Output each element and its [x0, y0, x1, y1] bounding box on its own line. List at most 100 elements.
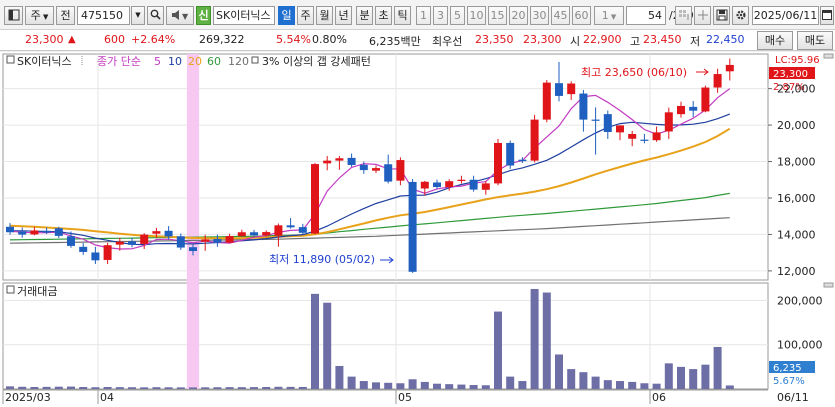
volume-bar [128, 387, 136, 389]
volume-bar [542, 292, 551, 389]
interval-20[interactable]: 20 [509, 6, 528, 25]
interval-60[interactable]: 60 [572, 6, 591, 25]
candle-body [603, 114, 612, 133]
candle-body [42, 230, 51, 233]
window-icon[interactable] [4, 6, 23, 25]
period-minute[interactable]: 분 [356, 6, 373, 25]
low-label: 저 [690, 35, 701, 48]
candle-body [457, 179, 466, 181]
prev-button[interactable]: 전 [56, 6, 75, 25]
new-listing-badge: 신 [196, 6, 211, 25]
volume-panel[interactable] [2, 282, 769, 390]
save-icon[interactable] [713, 6, 730, 25]
buy-button[interactable]: 매수 [757, 31, 793, 50]
volume-bar [42, 386, 51, 389]
period-second[interactable]: 초 [375, 6, 392, 25]
candle-body [372, 168, 380, 171]
date-label-last: 06/11 [777, 391, 809, 404]
speaker-icon[interactable]: ▼ [166, 6, 194, 25]
quote-bar: 23,300 ▲ 600 +2.64% 269,322 5.54% 0.80% … [0, 30, 835, 51]
volume-bar [140, 387, 149, 389]
volume-bar [311, 293, 319, 389]
grid-icon[interactable] [675, 6, 692, 25]
interval-10[interactable]: 10 [467, 6, 486, 25]
period-day[interactable]: 일 [278, 6, 295, 25]
high-label: 고 [630, 35, 641, 48]
volume-bar [701, 364, 710, 389]
vol-tick-label: 100,000 [777, 339, 823, 352]
candle-body [616, 125, 624, 133]
high-price: 23,450 [643, 33, 682, 46]
up-arrow-icon: ▲ [68, 34, 76, 45]
interval-45[interactable]: 45 [551, 6, 570, 25]
code-dropdown-icon[interactable]: ▼ [131, 6, 145, 25]
legend-pattern: 3% 이상의 갭 강세패턴 [262, 55, 371, 68]
search-icon[interactable] [147, 6, 164, 25]
change-percent: +2.64% [131, 33, 176, 46]
open-label: 시 [570, 35, 581, 48]
period-month[interactable]: 월 [316, 6, 333, 25]
calendar-icon[interactable] [820, 6, 834, 25]
period-week[interactable]: 주 [297, 6, 314, 25]
volume-bar [274, 386, 283, 389]
volume-bar [335, 365, 344, 389]
crosshair-icon[interactable] [694, 6, 711, 25]
volume-bar [250, 387, 258, 389]
volume-bar [481, 385, 490, 389]
interval-1[interactable]: 1 [416, 6, 431, 25]
volume-box-icon[interactable] [6, 285, 15, 294]
candle-body [433, 182, 441, 188]
interval-15[interactable]: 15 [488, 6, 507, 25]
candle-body [311, 164, 319, 234]
candle-body [335, 158, 344, 161]
candle-body [469, 179, 478, 190]
legend-ma60: 60 [207, 55, 221, 68]
interval-5[interactable]: 5 [450, 6, 465, 25]
date-input[interactable]: 2025/06/11 [752, 6, 819, 25]
bid-price: 23,300 [523, 33, 562, 46]
volume-bar [115, 387, 124, 389]
period-tick[interactable]: 틱 [394, 6, 411, 25]
sell-button[interactable]: 매도 [797, 31, 833, 50]
count-select[interactable]: 1 ▼ [594, 6, 624, 25]
legend-ma20: 20 [188, 55, 202, 68]
candle-body [628, 134, 637, 139]
candle-body [518, 159, 527, 162]
candle-body [689, 106, 698, 111]
candle-body [347, 157, 356, 165]
price-tick-label: 18,000 [777, 156, 816, 169]
candle-body [420, 181, 429, 189]
scroll-up-icon[interactable] [823, 53, 834, 59]
volume-bar [103, 387, 112, 389]
volume-bar [616, 381, 624, 389]
volume-bar [567, 369, 576, 389]
turnover-percent: 5.54% [276, 33, 311, 46]
volume-bar [286, 386, 295, 389]
candle-body [225, 236, 234, 243]
volume-bar [67, 386, 75, 389]
ratio-percent: 0.80% [312, 33, 347, 46]
chart-area[interactable]: SK이터닉스 종가 단순 5 10 20 60 120 3% 이상의 갭 강세패… [0, 52, 835, 407]
stock-name[interactable]: SK이터닉스 [213, 6, 275, 25]
gear-icon[interactable] [732, 6, 749, 25]
legend-box-icon[interactable] [6, 55, 15, 64]
page-input[interactable]: 54 [626, 6, 666, 25]
stock-chart[interactable]: SK이터닉스 종가 단순 5 10 20 60 120 3% 이상의 갭 강세패… [0, 52, 835, 407]
volume-bar [152, 387, 161, 389]
scroll-up-icon-vol[interactable] [823, 282, 834, 288]
svg-text:▼: ▼ [182, 12, 189, 21]
prev-label: 전 [60, 9, 71, 22]
volume-bar [372, 382, 380, 389]
candle-body [506, 142, 515, 166]
period-year[interactable]: 년 [335, 6, 352, 25]
volume-bar [347, 376, 356, 389]
interval-3[interactable]: 3 [433, 6, 448, 25]
low-annotation: 최저 11,890 (05/02) [269, 253, 375, 266]
market-label: 주 [30, 9, 41, 22]
interval-30[interactable]: 30 [530, 6, 549, 25]
code-input[interactable]: 475150 [77, 6, 130, 25]
ask-price: 23,350 [475, 33, 514, 46]
candle-body [54, 228, 63, 236]
pattern-box-icon [251, 56, 259, 64]
market-select[interactable]: 주 ▼ [25, 6, 54, 25]
